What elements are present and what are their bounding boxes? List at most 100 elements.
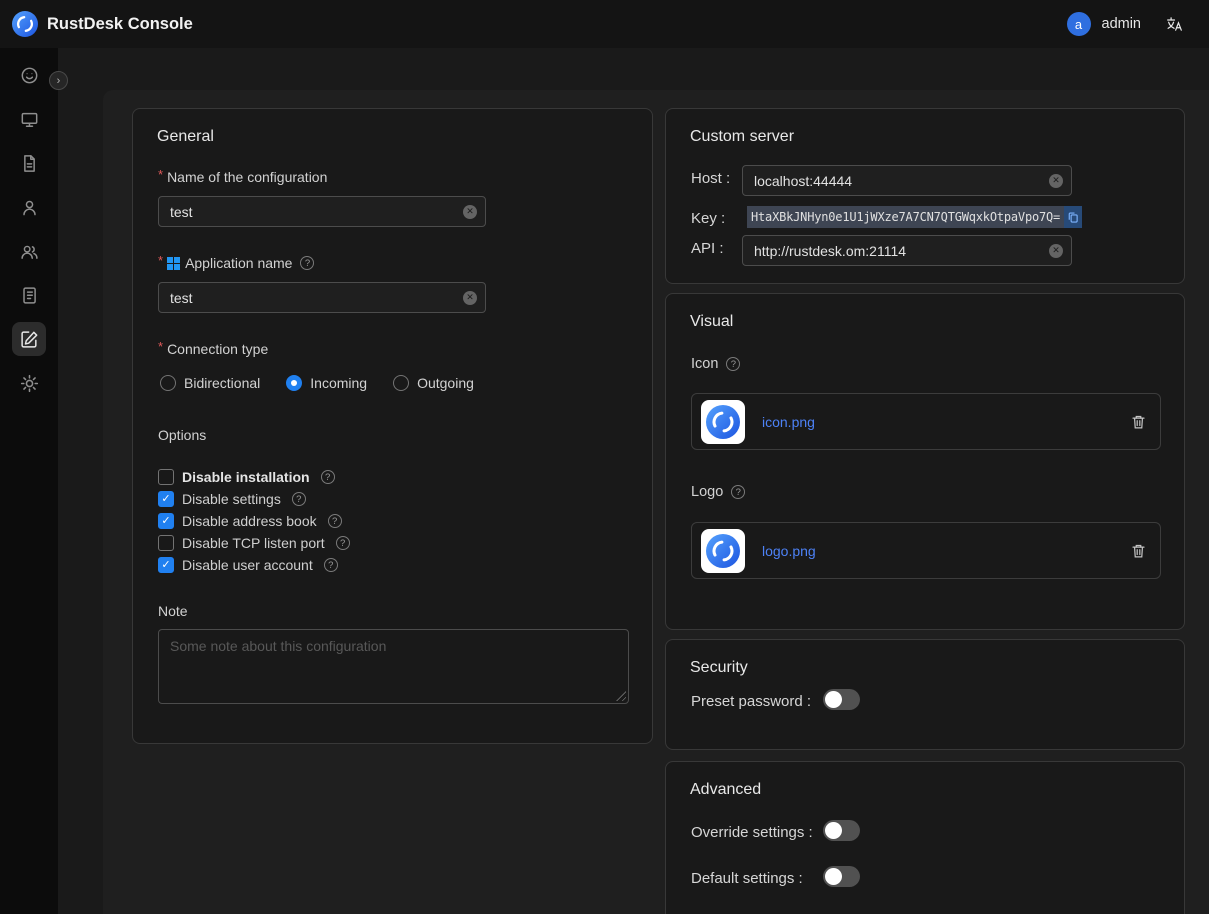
required-asterisk: * [158,253,163,268]
required-asterisk: * [158,167,163,182]
avatar-letter: a [1075,17,1082,32]
sidebar-item-custom-clients[interactable] [12,322,46,356]
clear-icon[interactable]: ✕ [463,205,477,219]
icon-upload-box: icon.png [691,393,1161,450]
checkbox-icon [158,491,174,507]
user-avatar[interactable]: a [1067,12,1091,36]
security-card: Security Preset password : [665,639,1185,750]
help-icon[interactable]: ? [300,256,314,270]
checkbox-disable-installation[interactable]: Disable installation ? [158,466,350,488]
api-field: ✕ [742,235,1072,266]
connection-type-label: * Connection type [158,339,268,359]
help-icon[interactable]: ? [321,470,335,484]
custom-server-card-title: Custom server [690,128,794,146]
icon-label: Icon ? [691,354,740,374]
users-icon [20,242,39,261]
logo-label: Logo ? [691,482,745,502]
api-input[interactable] [742,235,1072,266]
logo-file-link[interactable]: logo.png [762,543,816,559]
options-checkbox-list: Disable installation ? Disable settings … [158,466,350,576]
logo-upload-box: logo.png [691,522,1161,579]
sidebar-item-settings[interactable] [12,366,46,400]
chevron-right-icon: › [57,75,61,87]
user-name[interactable]: admin [1102,16,1142,32]
icon-file-link[interactable]: icon.png [762,414,815,430]
override-settings-label: Override settings : [691,824,813,841]
help-icon[interactable]: ? [731,485,745,499]
user-icon [20,198,39,217]
advanced-card: Advanced Override settings : Default set… [665,761,1185,914]
options-label: Options [158,425,206,445]
key-label: Key : [691,210,725,227]
radio-incoming[interactable]: Incoming [286,375,367,391]
sidebar [0,48,58,914]
checkbox-disable-settings[interactable]: Disable settings ? [158,488,350,510]
checkbox-icon [158,513,174,529]
help-icon[interactable]: ? [292,492,306,506]
advanced-card-title: Advanced [690,781,761,799]
translate-icon[interactable] [1166,16,1183,33]
checkbox-disable-user-account[interactable]: Disable user account ? [158,554,350,576]
checkbox-icon [158,469,174,485]
sidebar-item-groups[interactable] [12,234,46,268]
sidebar-item-logs[interactable] [12,278,46,312]
checkbox-icon [158,557,174,573]
key-value[interactable]: HtaXBkJNHyn0e1U1jWXze7A7CN7QTGWqxkOtpaVp… [747,206,1064,228]
config-name-label: * Name of the configuration [158,167,327,187]
copy-icon[interactable] [1064,206,1082,228]
windows-logo-icon [167,257,180,270]
sidebar-item-audit[interactable] [12,146,46,180]
override-settings-toggle[interactable] [823,820,860,841]
document-icon [20,154,39,173]
edit-square-icon [20,330,39,349]
visual-card: Visual Icon ? icon.png Logo ? [665,293,1185,630]
sidebar-expand-button[interactable]: › [49,71,68,90]
default-settings-label: Default settings : [691,870,803,887]
app-logo-icon [12,11,38,37]
security-card-title: Security [690,659,748,677]
radio-icon [393,375,409,391]
clear-icon[interactable]: ✕ [1049,174,1063,188]
gear-icon [20,374,39,393]
required-asterisk: * [158,339,163,354]
main-area: General * Name of the configuration ✕ * … [58,48,1209,914]
monitor-icon [20,110,39,129]
help-icon[interactable]: ? [324,558,338,572]
application-name-input[interactable] [158,282,486,313]
clear-icon[interactable]: ✕ [1049,244,1063,258]
logbook-icon [20,286,39,305]
radio-outgoing[interactable]: Outgoing [393,375,474,391]
default-settings-toggle[interactable] [823,866,860,887]
sidebar-item-dashboard[interactable] [12,58,46,92]
key-field: HtaXBkJNHyn0e1U1jWXze7A7CN7QTGWqxkOtpaVp… [747,206,1082,228]
radio-icon [160,375,176,391]
checkbox-disable-tcp-listen-port[interactable]: Disable TCP listen port ? [158,532,350,554]
sidebar-item-devices[interactable] [12,102,46,136]
sidebar-item-users[interactable] [12,190,46,224]
radio-bidirectional[interactable]: Bidirectional [160,375,260,391]
api-label: API : [691,240,724,257]
smile-icon [20,66,39,85]
connection-type-radio-group: Bidirectional Incoming Outgoing [160,373,474,393]
visual-card-title: Visual [690,313,733,331]
checkbox-icon [158,535,174,551]
trash-icon[interactable] [1131,543,1146,559]
note-textarea[interactable] [158,629,629,704]
trash-icon[interactable] [1131,414,1146,430]
host-input[interactable] [742,165,1072,196]
general-card: General * Name of the configuration ✕ * … [132,108,653,744]
checkbox-disable-address-book[interactable]: Disable address book ? [158,510,350,532]
icon-preview [701,400,745,444]
application-name-label: * Application name ? [158,253,314,273]
help-icon[interactable]: ? [336,536,350,550]
config-name-input[interactable] [158,196,486,227]
topbar-right: a admin [1067,12,1184,36]
help-icon[interactable]: ? [328,514,342,528]
top-bar: RustDesk Console a admin [0,0,1209,48]
preset-password-toggle[interactable] [823,689,860,710]
help-icon[interactable]: ? [726,357,740,371]
host-label: Host : [691,170,730,187]
clear-icon[interactable]: ✕ [463,291,477,305]
logo-preview [701,529,745,573]
application-name-field: ✕ [158,282,486,313]
